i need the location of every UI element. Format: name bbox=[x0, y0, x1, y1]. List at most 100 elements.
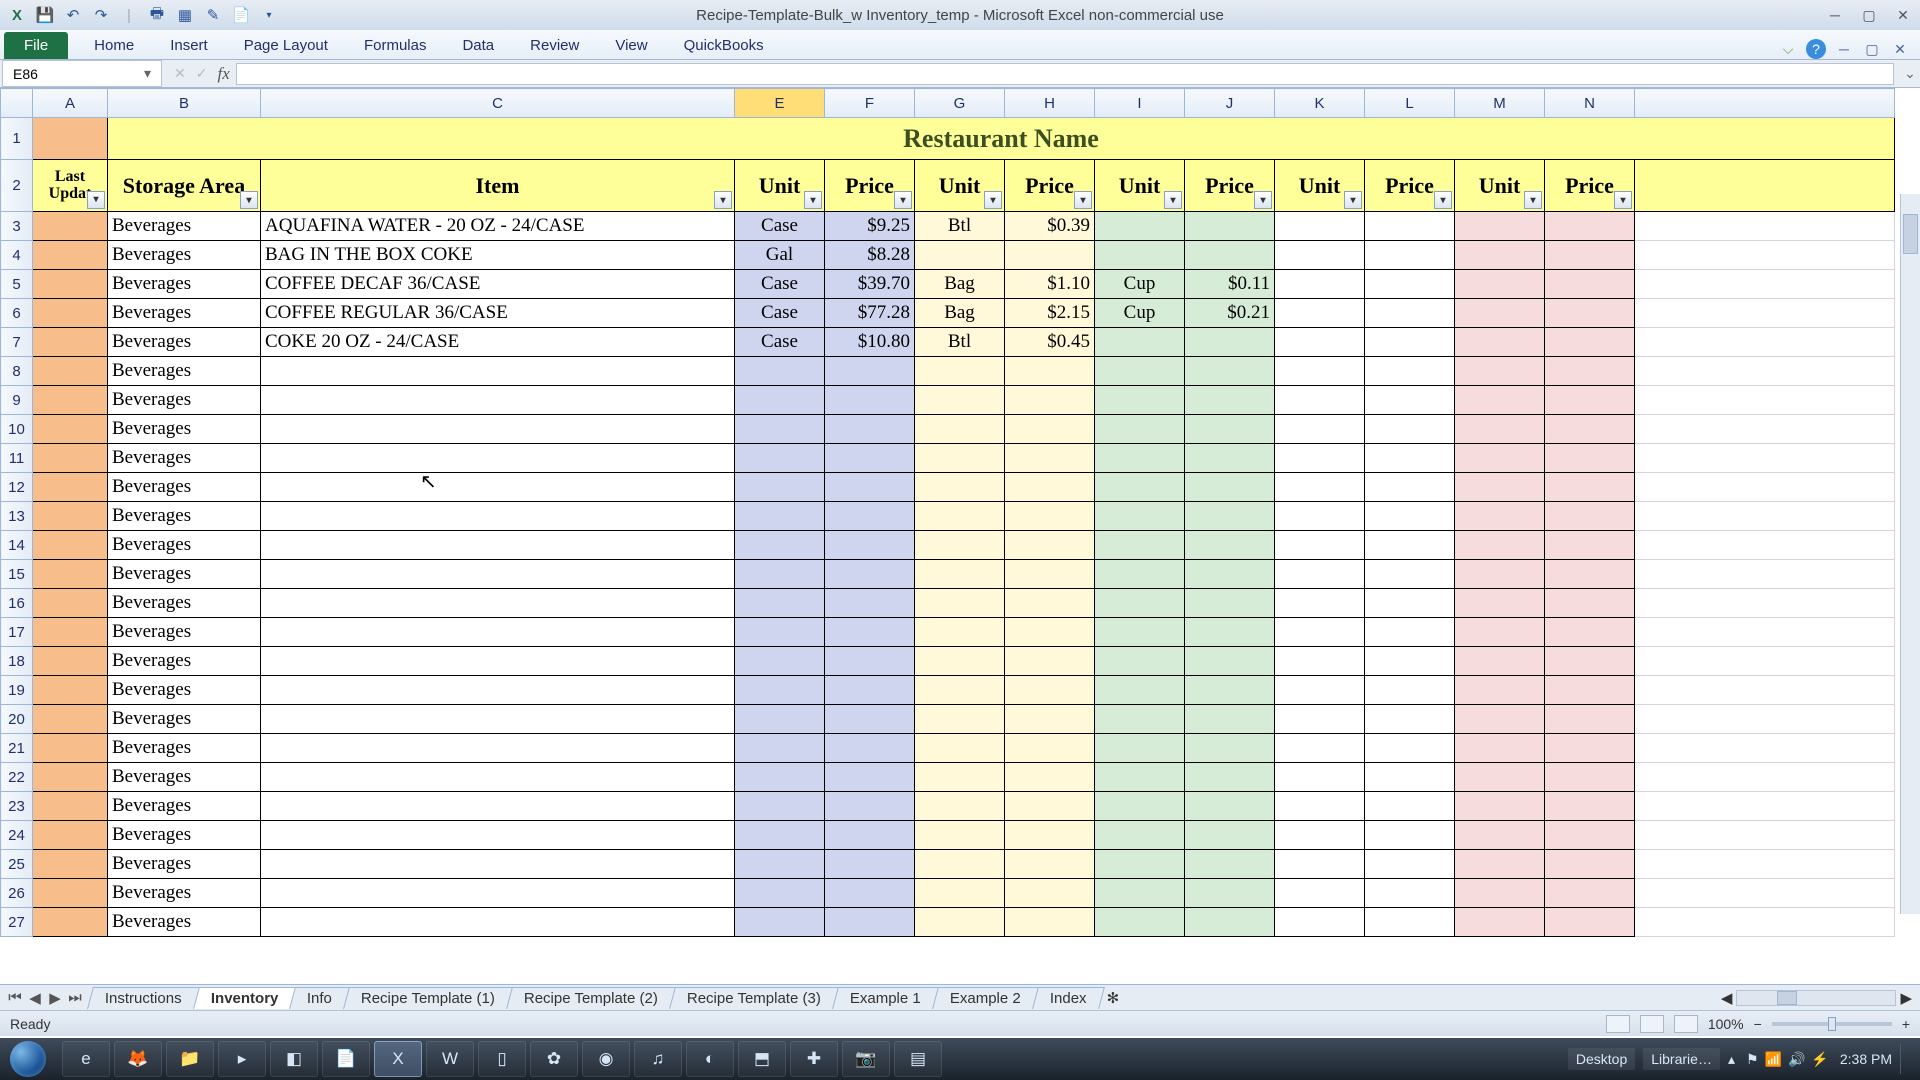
cell-unit2[interactable] bbox=[915, 502, 1005, 531]
cell-blank[interactable] bbox=[1635, 676, 1895, 705]
cell-unit1[interactable] bbox=[735, 850, 825, 879]
cell-unit5[interactable] bbox=[1455, 502, 1545, 531]
cell-price4[interactable] bbox=[1365, 734, 1455, 763]
cell-unit5[interactable] bbox=[1455, 589, 1545, 618]
cell-A5[interactable] bbox=[33, 270, 108, 299]
cell-unit3[interactable] bbox=[1095, 705, 1185, 734]
cell-storage[interactable]: Beverages bbox=[108, 705, 261, 734]
cell-A21[interactable] bbox=[33, 734, 108, 763]
qat-icon[interactable]: ✎ bbox=[202, 4, 224, 26]
cell-storage[interactable]: Beverages bbox=[108, 241, 261, 270]
cell-price2[interactable]: $0.45 bbox=[1005, 328, 1095, 357]
cell-price2[interactable] bbox=[1005, 763, 1095, 792]
cell-unit4[interactable] bbox=[1275, 792, 1365, 821]
cell-unit5[interactable] bbox=[1455, 792, 1545, 821]
cell-item[interactable] bbox=[261, 357, 735, 386]
name-box[interactable]: E86 ▾ bbox=[2, 60, 162, 87]
cell-price4[interactable] bbox=[1365, 386, 1455, 415]
column-header-C[interactable]: C bbox=[261, 89, 735, 118]
cell-A20[interactable] bbox=[33, 705, 108, 734]
cell-unit2[interactable] bbox=[915, 560, 1005, 589]
taskbar-ie-icon[interactable]: e bbox=[62, 1041, 110, 1077]
cell-unit5[interactable] bbox=[1455, 386, 1545, 415]
zoom-in-icon[interactable]: + bbox=[1902, 1016, 1910, 1032]
cell-item[interactable] bbox=[261, 821, 735, 850]
cell-storage[interactable]: Beverages bbox=[108, 792, 261, 821]
cell-unit3[interactable] bbox=[1095, 734, 1185, 763]
enter-formula-icon[interactable]: ✓ bbox=[196, 65, 208, 82]
header-unit-6[interactable]: Unit▾ bbox=[1275, 160, 1365, 212]
sheet-nav-first-icon[interactable]: ⏮ bbox=[6, 989, 24, 1007]
cell-price2[interactable] bbox=[1005, 241, 1095, 270]
ribbon-close-icon[interactable]: ✕ bbox=[1890, 39, 1910, 59]
cell-unit2[interactable] bbox=[915, 879, 1005, 908]
cell-storage[interactable]: Beverages bbox=[108, 676, 261, 705]
cell-blank[interactable] bbox=[1635, 502, 1895, 531]
cell-storage[interactable]: Beverages bbox=[108, 560, 261, 589]
taskbar-app-icon[interactable]: ✿ bbox=[530, 1041, 578, 1077]
cell-unit5[interactable] bbox=[1455, 212, 1545, 241]
cell-blank[interactable] bbox=[1635, 908, 1895, 937]
filter-button[interactable]: ▾ bbox=[87, 191, 105, 209]
filter-button[interactable]: ▾ bbox=[1074, 191, 1092, 209]
ribbon-options-icon[interactable]: ⌵ bbox=[1778, 39, 1798, 59]
cell-price5[interactable] bbox=[1545, 241, 1635, 270]
cell-unit4[interactable] bbox=[1275, 734, 1365, 763]
minimize-button[interactable]: ─ bbox=[1818, 3, 1852, 27]
column-header-G[interactable]: G bbox=[915, 89, 1005, 118]
row-header-14[interactable]: 14 bbox=[1, 531, 33, 560]
cell-price2[interactable]: $1.10 bbox=[1005, 270, 1095, 299]
cell-price1[interactable] bbox=[825, 473, 915, 502]
taskbar-desktop-label[interactable]: Desktop bbox=[1568, 1048, 1635, 1070]
cell-item[interactable]: COKE 20 OZ - 24/CASE bbox=[261, 328, 735, 357]
cell-item[interactable] bbox=[261, 676, 735, 705]
cell-unit4[interactable] bbox=[1275, 850, 1365, 879]
cell-price4[interactable] bbox=[1365, 357, 1455, 386]
start-button[interactable] bbox=[0, 1038, 56, 1080]
cell-storage[interactable]: Beverages bbox=[108, 763, 261, 792]
cell-price2[interactable] bbox=[1005, 502, 1095, 531]
cell-unit5[interactable] bbox=[1455, 879, 1545, 908]
cell-unit5[interactable] bbox=[1455, 734, 1545, 763]
row-header-18[interactable]: 18 bbox=[1, 647, 33, 676]
cell-blank[interactable] bbox=[1635, 299, 1895, 328]
cell-unit3[interactable] bbox=[1095, 212, 1185, 241]
cell-price4[interactable] bbox=[1365, 676, 1455, 705]
cell-storage[interactable]: Beverages bbox=[108, 270, 261, 299]
cell-unit3[interactable] bbox=[1095, 908, 1185, 937]
cell-unit1[interactable] bbox=[735, 705, 825, 734]
cell-storage[interactable]: Beverages bbox=[108, 328, 261, 357]
cell-A16[interactable] bbox=[33, 589, 108, 618]
cell-price5[interactable] bbox=[1545, 212, 1635, 241]
cell-price5[interactable] bbox=[1545, 386, 1635, 415]
qat-dropdown-icon[interactable]: ▾ bbox=[258, 4, 280, 26]
cell-blank[interactable] bbox=[1635, 647, 1895, 676]
cell-A23[interactable] bbox=[33, 792, 108, 821]
sheet-tab-example-1[interactable]: Example 1 bbox=[832, 987, 939, 1009]
cell-price3[interactable] bbox=[1185, 850, 1275, 879]
cell-blank[interactable] bbox=[1635, 386, 1895, 415]
cell-unit3[interactable] bbox=[1095, 676, 1185, 705]
cell-item[interactable] bbox=[261, 734, 735, 763]
cell-unit2[interactable]: Bag bbox=[915, 299, 1005, 328]
cell-price2[interactable] bbox=[1005, 415, 1095, 444]
normal-view-button[interactable] bbox=[1606, 1015, 1630, 1033]
sheet-tab-inventory[interactable]: Inventory bbox=[193, 987, 296, 1009]
column-header-M[interactable]: M bbox=[1455, 89, 1545, 118]
row-header-9[interactable]: 9 bbox=[1, 386, 33, 415]
zoom-out-icon[interactable]: − bbox=[1754, 1016, 1762, 1032]
cell-blank[interactable] bbox=[1635, 560, 1895, 589]
cell-price5[interactable] bbox=[1545, 444, 1635, 473]
cell-item[interactable] bbox=[261, 705, 735, 734]
cell-unit3[interactable] bbox=[1095, 357, 1185, 386]
row-header-12[interactable]: 12 bbox=[1, 473, 33, 502]
cell-blank[interactable] bbox=[1635, 879, 1895, 908]
cell-price1[interactable] bbox=[825, 560, 915, 589]
page-break-view-button[interactable] bbox=[1674, 1015, 1698, 1033]
cell-blank[interactable] bbox=[1635, 415, 1895, 444]
cell-item[interactable] bbox=[261, 850, 735, 879]
cell-price3[interactable] bbox=[1185, 763, 1275, 792]
cell-unit4[interactable] bbox=[1275, 821, 1365, 850]
cell-price1[interactable] bbox=[825, 908, 915, 937]
ribbon-tab-view[interactable]: View bbox=[597, 32, 665, 59]
